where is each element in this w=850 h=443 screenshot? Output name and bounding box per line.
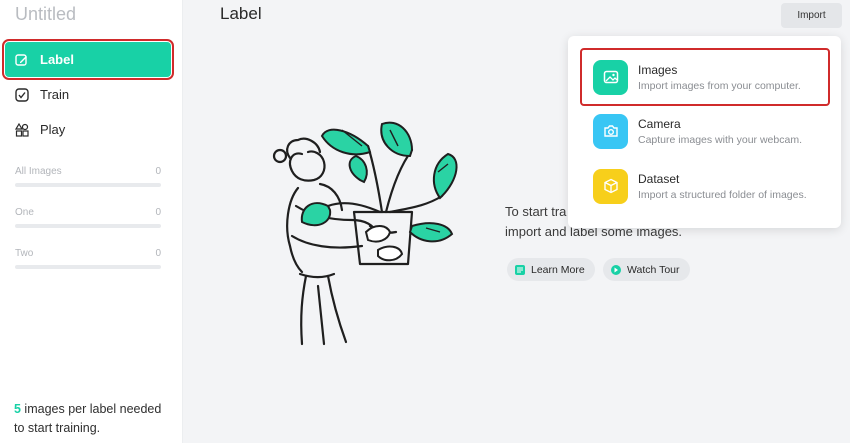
training-requirement-note: 5 images per label needed to start train…	[14, 400, 174, 438]
class-count: 0	[155, 207, 161, 218]
import-button[interactable]: Import	[781, 3, 842, 28]
play-icon	[611, 264, 621, 275]
class-item[interactable]: All Images 0	[15, 166, 161, 187]
class-item[interactable]: Two 0	[15, 248, 161, 269]
sidebar-item-train[interactable]: Train	[5, 77, 171, 112]
required-text: images per label needed to start trainin…	[14, 402, 162, 435]
import-option-dataset[interactable]: Dataset Import a structured folder of im…	[582, 159, 828, 213]
class-count: 0	[155, 166, 161, 177]
import-dropdown: Images Import images from your computer.…	[568, 36, 841, 228]
class-count: 0	[155, 248, 161, 259]
edit-icon	[14, 52, 30, 68]
class-progress-bar	[15, 224, 161, 228]
sidebar-item-train-text: Train	[40, 87, 70, 102]
option-title: Images	[638, 62, 678, 77]
sidebar-item-play-text: Play	[40, 122, 66, 137]
required-count: 5	[14, 402, 21, 416]
class-name: Two	[15, 248, 34, 259]
option-description: Import images from your computer.	[638, 79, 801, 92]
camera-icon	[593, 113, 628, 149]
option-title: Dataset	[638, 171, 680, 186]
app-title: Untitled	[15, 4, 77, 24]
image-icon	[593, 59, 628, 95]
option-title: Camera	[638, 116, 681, 131]
class-progress-bar	[15, 183, 161, 187]
class-list: All Images 0 One 0 Two 0	[15, 166, 161, 289]
option-description: Import a structured folder of images.	[638, 188, 807, 201]
option-description: Capture images with your webcam.	[638, 133, 802, 146]
sidebar: Untitled Label Train Play All Images 0 O…	[0, 0, 183, 443]
box-icon	[593, 168, 628, 204]
sidebar-item-label-text: Label	[40, 52, 74, 67]
person-with-plant-illustration	[272, 121, 458, 346]
check-square-icon	[14, 87, 30, 103]
sidebar-item-label[interactable]: Label	[2, 39, 174, 80]
class-name: All Images	[15, 166, 62, 177]
import-option-camera[interactable]: Camera Capture images with your webcam.	[582, 104, 828, 158]
watch-tour-label: Watch Tour	[627, 263, 680, 276]
learn-more-label: Learn More	[531, 263, 585, 276]
watch-tour-button[interactable]: Watch Tour	[603, 258, 690, 281]
class-item[interactable]: One 0	[15, 207, 161, 228]
learn-more-button[interactable]: Learn More	[507, 258, 595, 281]
document-icon	[515, 264, 525, 275]
page-title: Label	[220, 4, 262, 23]
import-option-images[interactable]: Images Import images from your computer.	[580, 48, 830, 106]
sidebar-nav: Label Train Play	[2, 39, 174, 147]
class-progress-bar	[15, 265, 161, 269]
class-name: One	[15, 207, 34, 218]
shapes-icon	[14, 122, 30, 138]
sidebar-item-play[interactable]: Play	[5, 112, 171, 147]
